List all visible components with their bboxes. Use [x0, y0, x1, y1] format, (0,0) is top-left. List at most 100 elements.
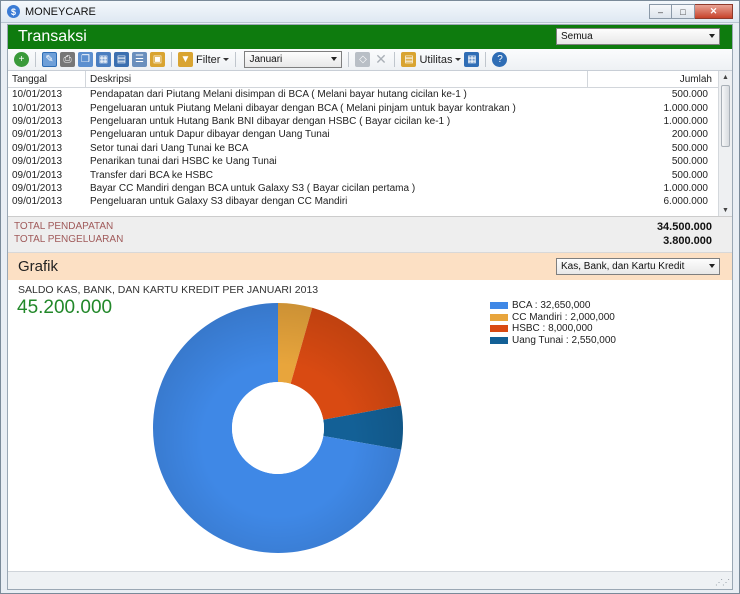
row-description: Pendapatan dari Piutang Melani disimpan … — [90, 89, 467, 101]
edit-icon[interactable]: ✎ — [42, 52, 57, 67]
status-bar: ⋰⋰ — [8, 571, 732, 589]
toolbar-separator — [171, 52, 172, 67]
chart-total-balance: 45.200.000 — [17, 297, 113, 318]
moneycare-logo-icon: $ — [7, 5, 20, 18]
table-row[interactable]: 09/01/2013 Setor tunai dari Uang Tunai ke… — [8, 142, 718, 155]
legend-item-hsbc: HSBC : 8,000,000 — [490, 323, 616, 335]
row-description: Setor tunai dari Uang Tunai ke BCA — [90, 142, 249, 154]
help-icon[interactable]: ? — [492, 52, 508, 67]
row-description: Pengeluaran untuk Hutang Bank BNI dibaya… — [90, 115, 451, 127]
filter-icon: ▼ — [178, 52, 193, 67]
chevron-down-icon — [709, 34, 715, 38]
total-income-label: TOTAL PENDAPATAN — [14, 221, 114, 232]
table-scrollbar[interactable]: ▲ ▼ — [718, 71, 732, 216]
transaksi-header: Transaksi Semua — [8, 25, 732, 49]
table-row[interactable]: 09/01/2013 Pengeluaran untuk Hutang Bank … — [8, 115, 718, 128]
row-description: Pengeluaran untuk Piutang Melani dibayar… — [90, 102, 516, 114]
tag-icon[interactable]: ◇ — [355, 52, 371, 67]
legend-swatch-hsbc — [490, 325, 508, 333]
chevron-down-icon — [709, 264, 715, 268]
calendar-icon[interactable]: ▣ — [150, 52, 165, 67]
total-expense-label: TOTAL PENGELUARAN — [14, 234, 124, 245]
row-description: Transfer dari BCA ke HSBC — [90, 169, 214, 181]
chart-type-select[interactable]: Kas, Bank, dan Kartu Kredit — [556, 258, 720, 275]
scroll-down-icon[interactable]: ▼ — [719, 204, 732, 216]
row-amount: 500.000 — [671, 156, 708, 168]
add-transaction-icon[interactable]: + — [14, 52, 29, 67]
row-amount: 1.000.000 — [663, 102, 709, 114]
table-row[interactable]: 10/01/2013 Pendapatan dari Piutang Melani… — [8, 88, 718, 101]
row-date: 10/01/2013 — [12, 102, 63, 114]
row-amount: 500.000 — [671, 169, 708, 181]
filter-button[interactable]: ▼ Filter — [178, 52, 230, 67]
month-select[interactable]: Januari — [244, 51, 343, 68]
legend-label-uang-tunai: Uang Tunai : 2,550,000 — [512, 334, 616, 346]
close-button[interactable]: ✕ — [695, 4, 733, 19]
row-amount: 500.000 — [671, 89, 708, 101]
legend-item-cc-mandiri: CC Mandiri : 2,000,000 — [490, 312, 616, 324]
minimize-button[interactable]: – — [649, 4, 672, 19]
table-view-icon[interactable]: ▦ — [464, 52, 480, 67]
row-description: Penarikan tunai dari HSBC ke Uang Tunai — [90, 156, 277, 168]
chevron-down-icon — [331, 57, 338, 61]
legend-label-bca: BCA : 32,650,000 — [512, 300, 591, 312]
total-expense-value: 3.800.000 — [663, 235, 712, 247]
legend-label-cc-mandiri: CC Mandiri : 2,000,000 — [512, 311, 615, 323]
chart-subtitle: SALDO KAS, BANK, DAN KARTU KREDIT PER JA… — [18, 284, 319, 296]
column-header-jumlah[interactable]: Jumlah — [588, 74, 718, 85]
legend-item-bca: BCA : 32,650,000 — [490, 300, 616, 312]
maximize-button[interactable]: □ — [672, 4, 695, 19]
delete-icon[interactable]: ✕ — [373, 51, 388, 67]
resize-grip-icon[interactable]: ⋰⋰ — [715, 578, 730, 587]
toolbar-separator — [348, 52, 350, 67]
utilitas-button[interactable]: ▤ Utilitas — [401, 52, 462, 67]
group-icon[interactable]: ▦ — [96, 52, 111, 67]
transaksi-title: Transaksi — [18, 28, 87, 45]
row-date: 09/01/2013 — [12, 182, 63, 194]
grafik-header: Grafik Kas, Bank, dan Kartu Kredit — [8, 253, 732, 280]
month-value: Januari — [249, 54, 283, 65]
copy-icon[interactable]: ❐ — [78, 52, 93, 67]
scroll-up-icon[interactable]: ▲ — [719, 71, 732, 83]
column-header-tanggal[interactable]: Tanggal — [8, 71, 86, 87]
table-row[interactable]: 09/01/2013 Bayar CC Mandiri dengan BCA un… — [8, 182, 718, 195]
table-row[interactable]: 10/01/2013 Pengeluaran untuk Piutang Mela… — [8, 101, 718, 114]
row-date: 09/01/2013 — [12, 169, 63, 181]
column-header-deskripsi[interactable]: Deskripsi — [86, 71, 588, 87]
row-date: 09/01/2013 — [12, 115, 63, 127]
row-description: Pengeluaran untuk Galaxy S3 dibayar deng… — [90, 196, 348, 208]
table-row[interactable]: 09/01/2013 Penarikan tunai dari HSBC ke U… — [8, 155, 718, 168]
scroll-thumb[interactable] — [721, 85, 730, 147]
row-amount: 1.000.000 — [663, 115, 709, 127]
row-description: Pengeluaran untuk Dapur dibayar dengan U… — [90, 129, 330, 141]
table-row[interactable]: 09/01/2013 Pengeluaran untuk Galaxy S3 di… — [8, 195, 718, 208]
transaction-table: Tanggal Deskripsi Jumlah 10/01/2013 Penda… — [8, 71, 732, 217]
title-bar: $ MONEYCARE – □ ✕ — [1, 1, 739, 23]
app-window: $ MONEYCARE – □ ✕ Transaksi Semua + ✎ ⎙ … — [0, 0, 740, 594]
table-row[interactable]: 09/01/2013 Transfer dari BCA ke HSBC 500.0… — [8, 168, 718, 181]
chevron-down-icon — [223, 58, 230, 61]
chart-legend: BCA : 32,650,000 CC Mandiri : 2,000,000 … — [490, 300, 616, 346]
print-icon[interactable]: ⎙ — [60, 52, 75, 67]
window-title: MONEYCARE — [25, 5, 96, 18]
filter-label: Filter — [196, 53, 221, 66]
utilitas-icon: ▤ — [401, 52, 417, 67]
row-date: 09/01/2013 — [12, 129, 63, 141]
list-icon[interactable]: ☰ — [132, 52, 147, 67]
total-income-value: 34.500.000 — [656, 221, 712, 233]
utilitas-label: Utilitas — [419, 53, 453, 66]
account-filter-value: Semua — [561, 31, 593, 42]
table-body: 10/01/2013 Pendapatan dari Piutang Melani… — [8, 88, 732, 209]
window-controls: – □ ✕ — [649, 4, 733, 19]
account-filter-select[interactable]: Semua — [556, 28, 720, 45]
table-header: Tanggal Deskripsi Jumlah — [8, 71, 718, 88]
table-row[interactable]: 09/01/2013 Pengeluaran untuk Dapur dibaya… — [8, 128, 718, 141]
row-amount: 1.000.000 — [663, 182, 709, 194]
row-date: 10/01/2013 — [12, 89, 63, 101]
grid-icon[interactable]: ▤ — [114, 52, 129, 67]
row-amount: 6.000.000 — [663, 196, 709, 208]
chevron-down-icon — [455, 58, 462, 61]
row-amount: 200.000 — [671, 129, 708, 141]
grafik-title: Grafik — [18, 258, 59, 275]
donut-hole — [232, 382, 324, 474]
